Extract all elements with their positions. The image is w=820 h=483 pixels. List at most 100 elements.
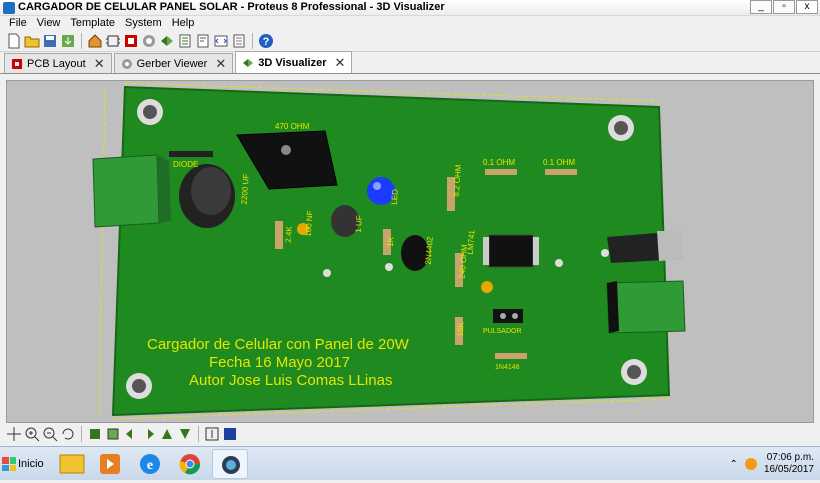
notes-icon[interactable] <box>231 33 247 49</box>
visualizer-icon <box>243 58 254 67</box>
tab-close-icon[interactable]: ✕ <box>335 55 346 71</box>
tab-close-icon[interactable]: ✕ <box>94 56 105 72</box>
start-label: Inicio <box>18 458 44 470</box>
tab-label: PCB Layout <box>27 57 86 70</box>
pin <box>385 263 393 271</box>
tab-pcb-layout[interactable]: PCB Layout ✕ <box>4 53 112 73</box>
clock-time: 07:06 p.m. <box>766 452 814 463</box>
new-file-icon[interactable] <box>6 33 22 49</box>
menu-template[interactable]: Template <box>65 16 120 30</box>
mounting-hole <box>608 115 634 141</box>
label-res-15k: 15K <box>456 321 466 336</box>
document-tabs: PCB Layout ✕ Gerber Viewer ✕ 3D Visualiz… <box>0 51 820 74</box>
minimize-button[interactable]: _ <box>750 0 772 14</box>
capacitor-small <box>481 281 493 293</box>
menu-help[interactable]: Help <box>167 16 200 30</box>
toolbar-separator <box>252 32 253 49</box>
resistor <box>545 169 577 175</box>
taskbar-proteus[interactable] <box>212 449 248 479</box>
internet-explorer-icon: e <box>140 454 160 474</box>
tab-gerber-viewer[interactable]: Gerber Viewer ✕ <box>113 53 234 73</box>
schematic-icon[interactable] <box>105 33 121 49</box>
clock[interactable]: 07:06 p.m. 16/05/2017 <box>764 452 814 476</box>
window-controls: _ ▫ x <box>749 0 818 15</box>
label-res-24k: 2.4K <box>284 225 294 243</box>
view-toolbar <box>0 424 820 444</box>
menu-file[interactable]: File <box>4 16 32 30</box>
clock-date: 16/05/2017 <box>763 464 814 475</box>
bom-icon[interactable] <box>177 33 193 49</box>
gerber-icon[interactable] <box>141 33 157 49</box>
board-view-icon[interactable] <box>222 426 238 442</box>
view-left-icon[interactable] <box>123 426 139 442</box>
pan-icon[interactable] <box>6 426 22 442</box>
home-icon[interactable] <box>87 33 103 49</box>
taskbar-explorer[interactable] <box>54 449 90 479</box>
board-date: Fecha 16 Mayo 2017 <box>209 354 350 371</box>
label-res-470: 470 OHM <box>275 122 310 131</box>
tab-close-icon[interactable]: ✕ <box>215 56 226 72</box>
rotate-icon[interactable] <box>60 426 76 442</box>
view-front-icon[interactable] <box>159 426 175 442</box>
proteus-icon <box>222 456 240 474</box>
capacitor-2200uf <box>179 164 235 228</box>
open-folder-icon[interactable] <box>24 33 40 49</box>
taskbar-media-player[interactable] <box>92 449 128 479</box>
label-res-01b: 0.1 OHM <box>543 158 575 167</box>
tray-app-icon[interactable] <box>744 457 758 471</box>
label-diode2: 1N4148 <box>495 364 520 371</box>
view-back-icon[interactable] <box>177 426 193 442</box>
menu-system[interactable]: System <box>120 16 167 30</box>
maximize-button[interactable]: ▫ <box>773 0 795 14</box>
board-author: Autor Jose Luis Comas LLinas <box>189 372 392 389</box>
pcb-icon <box>12 58 22 69</box>
save-icon[interactable] <box>42 33 58 49</box>
taskbar-ie[interactable]: e <box>132 449 168 479</box>
label-cap-1uf: 1 UF <box>354 215 364 233</box>
title-bar: CARGADOR DE CELULAR PANEL SOLAR - Proteu… <box>0 0 820 16</box>
close-button[interactable]: x <box>796 0 818 14</box>
main-toolbar: ? <box>0 30 820 52</box>
taskbar-chrome[interactable] <box>172 449 208 479</box>
pcb-layout-icon[interactable] <box>123 33 139 49</box>
menu-bar: File View Template System Help <box>0 16 820 30</box>
label-button: PULSADOR <box>483 328 522 335</box>
window-title: CARGADOR DE CELULAR PANEL SOLAR - Proteu… <box>18 1 445 13</box>
resistor <box>485 169 517 175</box>
design-explorer-icon[interactable] <box>195 33 211 49</box>
app-icon <box>3 2 15 14</box>
start-button[interactable]: Inicio <box>2 452 46 476</box>
toolbar-separator <box>198 426 199 442</box>
view-bottom-icon[interactable] <box>105 426 121 442</box>
view-top-icon[interactable] <box>87 426 103 442</box>
label-led: LED <box>390 189 400 205</box>
board-title: Cargador de Celular con Panel de 20W <box>147 336 410 353</box>
height-icon[interactable] <box>204 426 220 442</box>
source-code-icon[interactable] <box>213 33 229 49</box>
media-player-icon <box>100 454 120 474</box>
3d-icon[interactable] <box>159 33 175 49</box>
pin <box>555 259 563 267</box>
label-cap-100nf: 100 NF <box>304 210 315 237</box>
zoom-out-icon[interactable] <box>42 426 58 442</box>
zoom-in-icon[interactable] <box>24 426 40 442</box>
ic-chip <box>483 234 539 268</box>
tray-expand-icon[interactable]: ⌃ <box>730 459 738 470</box>
help-icon[interactable]: ? <box>258 33 274 49</box>
output-connector <box>606 280 686 334</box>
windows-logo-icon <box>2 457 16 471</box>
diode <box>169 151 213 157</box>
view-right-icon[interactable] <box>141 426 157 442</box>
gerber-icon <box>121 58 132 69</box>
3d-viewport[interactable]: DIODE 470 OHM 2200 UF 2.4K 100 NF 1 UF 1… <box>6 80 814 423</box>
pin <box>601 249 609 257</box>
mounting-hole <box>126 373 152 399</box>
tab-3d-visualizer[interactable]: 3D Visualizer ✕ <box>235 51 353 73</box>
menu-view[interactable]: View <box>32 16 66 30</box>
mounting-hole <box>137 99 163 125</box>
os-taskbar: Inicio e ⌃ 07:06 p.m. 16/05/2017 <box>0 446 820 480</box>
import-icon[interactable] <box>60 33 76 49</box>
svg-text:e: e <box>147 458 153 473</box>
svg-text:?: ? <box>263 36 270 48</box>
label-res-1k: 1K <box>386 236 396 247</box>
